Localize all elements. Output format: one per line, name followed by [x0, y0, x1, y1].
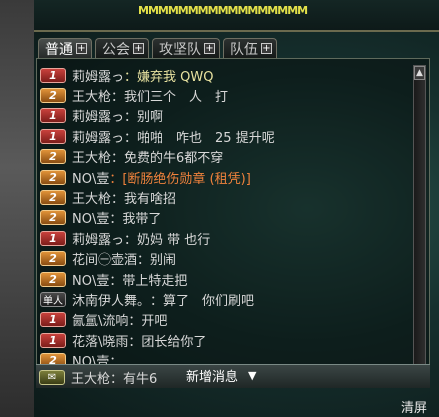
message-text: ：我们三个 人 打	[111, 90, 229, 106]
tab-label: 普通	[45, 41, 73, 58]
chat-message-row: 2 王大枪 ：我有啥招	[40, 187, 410, 207]
message-text: ：别闹	[137, 253, 177, 269]
channel-badge-icon: 1	[40, 108, 66, 124]
plus-icon[interactable]: +	[204, 43, 215, 54]
chat-message-row: 2 花间㊀壶酒 ：别闹	[40, 249, 410, 269]
message-text: ：算了 你们刷吧	[150, 293, 255, 309]
message-text: ：我带了	[109, 212, 162, 228]
plus-icon[interactable]: +	[133, 43, 144, 54]
channel-badge-icon: 2	[40, 251, 66, 267]
channel-badge-icon: 2	[40, 271, 66, 287]
chat-message-list: 1 莉姆露っ ：嫌弃我 QWQ 2 王大枪 ：我们三个 人 打 1 莉姆露っ ：别啊 1 莉姆露っ：…	[40, 65, 410, 371]
channel-badge-icon: 1	[40, 230, 66, 246]
message-text: ：别啊	[124, 110, 164, 126]
chat-message-row: 1 花落\晓雨 ：团长给你了	[40, 330, 410, 350]
channel-badge-icon: 2	[40, 190, 66, 206]
new-messages-label: 新增消息	[186, 370, 239, 385]
chat-tab-bar: 普通 + 公会 + 攻坚队 + 队伍 +	[38, 38, 277, 58]
message-text: ：有牛6	[110, 372, 158, 387]
channel-badge-icon: 单人	[40, 291, 66, 307]
message-text: ：带上特走把	[109, 273, 188, 289]
message-sender[interactable]: 沐南伊人舞。	[72, 290, 150, 309]
tab-label: 队伍	[230, 41, 258, 58]
tab-label: 公会	[102, 41, 130, 58]
message-sender[interactable]: NO\壹	[72, 168, 109, 187]
chat-message-row: 2 NO\壹 ：[断肠绝伤勋章 (租凭)]	[40, 167, 410, 187]
scroll-up-button[interactable]: ▲	[414, 66, 425, 80]
chat-tab[interactable]: 队伍 +	[223, 38, 277, 58]
message-text[interactable]: ：[断肠绝伤勋章 (租凭)]	[109, 168, 250, 187]
message-text: ：啪啪 咋也 25 提升呢	[124, 130, 275, 146]
channel-badge-icon: 2	[40, 149, 66, 165]
chat-message-row: 1 莉姆露っ ：奶妈 带 也行	[40, 228, 410, 248]
chat-message-row: 1 莉姆露っ ：别啊	[40, 106, 410, 126]
message-sender[interactable]: 莉姆露っ	[72, 66, 124, 85]
chat-message-row: 1 氤氲\流响 ：开吧	[40, 310, 410, 330]
message-sender[interactable]: 王大枪	[72, 86, 111, 105]
message-text: ：团长给你了	[128, 334, 207, 350]
channel-badge-icon: 2	[40, 169, 66, 185]
message-sender[interactable]: NO\壹	[72, 270, 109, 289]
channel-badge-icon: 1	[40, 128, 66, 144]
chat-message-row: 2 NO\壹 ：我带了	[40, 208, 410, 228]
message-sender[interactable]: 莉姆露っ	[72, 106, 124, 125]
chat-message-row: 2 NO\壹 ：带上特走把	[40, 269, 410, 289]
chevron-down-icon: ▼	[248, 369, 257, 382]
message-sender[interactable]: 王大枪	[72, 147, 111, 166]
message-sender[interactable]: 王大枪	[72, 188, 111, 207]
channel-badge-icon: 1	[40, 312, 66, 328]
top-panel: MMMMMMMMMMMMMMMMM	[34, 0, 439, 32]
message-text: ：我有啥招	[111, 192, 177, 208]
plus-icon[interactable]: +	[76, 43, 87, 54]
chat-message-row: 单人 沐南伊人舞。 ：算了 你们刷吧	[40, 289, 410, 309]
chat-message-row: 1 莉姆露っ ：嫌弃我 QWQ	[40, 65, 410, 85]
chat-message-row: 2 王大枪 ：免费的牛6都不穿	[40, 147, 410, 167]
tab-label: 攻坚队	[159, 41, 201, 58]
chat-message-row: 1 莉姆露っ ：啪啪 咋也 25 提升呢	[40, 126, 410, 146]
scene-background-left	[0, 0, 34, 417]
chat-tab[interactable]: 普通 +	[38, 38, 92, 58]
chat-tab[interactable]: 攻坚队 +	[152, 38, 220, 58]
channel-badge-icon: 2	[40, 210, 66, 226]
clear-screen-button[interactable]: 清屏	[401, 397, 427, 416]
chat-message-row: 2 王大枪 ：我们三个 人 打	[40, 85, 410, 105]
top-panel-text: MMMMMMMMMMMMMMMMM	[138, 4, 308, 17]
message-sender[interactable]: 莉姆露っ	[72, 127, 124, 146]
message-sender[interactable]: 花落\晓雨	[72, 331, 128, 350]
message-text: ：开吧	[128, 314, 168, 330]
message-sender[interactable]: 莉姆露っ	[72, 229, 124, 248]
message-sender[interactable]: 氤氲\流响	[72, 310, 128, 329]
channel-badge-icon: 1	[40, 67, 66, 83]
chat-tab[interactable]: 公会 +	[95, 38, 149, 58]
new-messages-button[interactable]: 新增消息 ▼	[186, 365, 256, 386]
chat-window: 1 莉姆露っ ：嫌弃我 QWQ 2 王大枪 ：我们三个 人 打 1 莉姆露っ ：别啊 1 莉姆露っ：…	[36, 58, 430, 388]
message-sender[interactable]: NO\壹	[72, 208, 109, 227]
channel-badge-icon: 1	[40, 332, 66, 348]
message-text: ：奶妈 带 也行	[124, 232, 211, 248]
message-text: ：嫌弃我 QWQ	[124, 69, 214, 85]
channel-badge-icon: 2	[40, 88, 66, 104]
message-sender[interactable]: 花间㊀壶酒	[72, 249, 137, 268]
message-text: ：免费的牛6都不穿	[111, 151, 224, 167]
message-sender[interactable]: 王大枪	[71, 368, 110, 387]
plus-icon[interactable]: +	[261, 43, 272, 54]
mail-badge-icon: ✉	[39, 370, 65, 385]
chat-scrollbar[interactable]: ▲ ▼	[413, 65, 426, 383]
